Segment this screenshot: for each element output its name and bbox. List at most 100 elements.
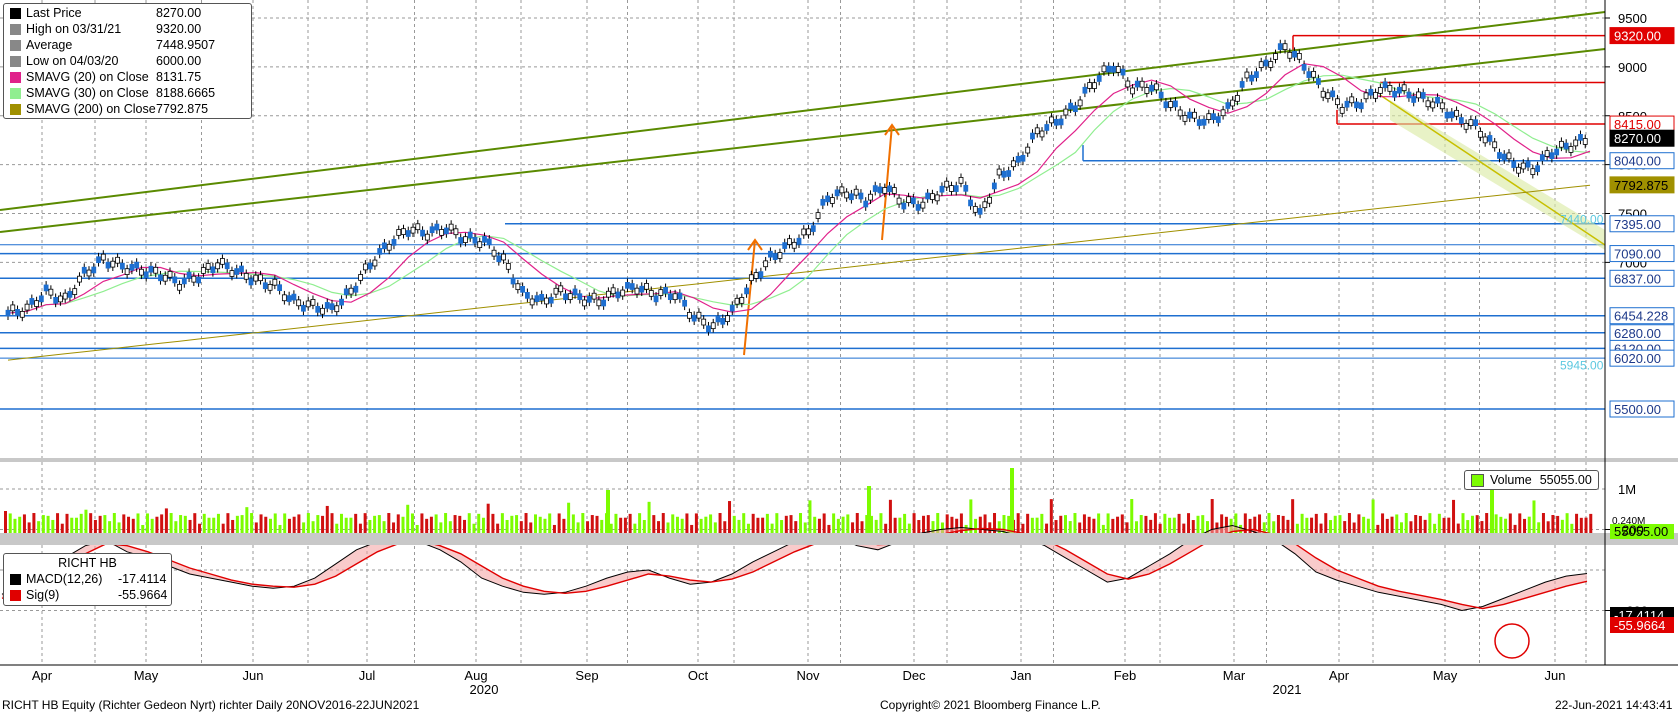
candle-body (153, 266, 159, 274)
volume-bar (122, 514, 126, 533)
volume-bar (836, 518, 840, 533)
candle-body (1287, 51, 1293, 59)
date-tick-label: Jan (1011, 668, 1032, 683)
candle-body (1249, 74, 1255, 82)
volume-bar (1134, 521, 1138, 533)
volume-bar (496, 523, 500, 533)
volume-bar (1399, 522, 1403, 533)
volume-bar (1381, 513, 1385, 533)
candle-body (234, 268, 240, 275)
volume-bar (448, 521, 452, 533)
date-tick-label: May (134, 668, 159, 683)
candle-body (1559, 140, 1564, 148)
volume-bar (1329, 520, 1332, 533)
volume-bar (1560, 519, 1564, 533)
volume-bar (453, 515, 457, 533)
volume-bar (874, 519, 878, 533)
macd-last-tag-label: -55.9664 (1614, 618, 1665, 633)
volume-bar (1010, 468, 1014, 533)
volume-bar (112, 513, 116, 533)
candle-body (429, 226, 435, 234)
candle-body (687, 312, 692, 319)
volume-bar (600, 519, 604, 533)
candle-body (10, 304, 16, 312)
volume-bar (1433, 523, 1437, 533)
candle-body (782, 242, 788, 249)
candle-body (1449, 111, 1455, 119)
level-tag: 8040.00 (1609, 152, 1675, 170)
volume-bar (1409, 521, 1413, 533)
volume-bar (510, 515, 514, 533)
candle-body (1268, 61, 1274, 68)
legend-label: SMAVG (200) on Close (26, 102, 156, 116)
candle-body (463, 236, 468, 243)
year-label: 2021 (1273, 682, 1302, 697)
candle-body (787, 238, 792, 245)
candle-body (539, 293, 545, 301)
volume-bar (770, 523, 774, 533)
candle-body (1196, 119, 1202, 126)
volume-bar (775, 513, 779, 533)
level-tag-label: 5500.00 (1614, 402, 1661, 417)
volume-bar (1347, 513, 1351, 533)
volume-bar (297, 514, 301, 533)
volume-bar (903, 513, 907, 533)
volume-bar (1518, 513, 1522, 533)
volume-bar (619, 517, 623, 533)
volume-bar (1556, 515, 1560, 533)
candle-body (758, 271, 764, 278)
date-tick-label: Dec (902, 668, 926, 683)
candle-body (653, 295, 659, 303)
candle-body (1206, 113, 1212, 120)
candle-body (586, 295, 592, 303)
level-tag-label: 8040.00 (1614, 154, 1661, 169)
volume-bar (732, 515, 736, 533)
volume-bar (1513, 524, 1517, 533)
candle-body (1101, 65, 1107, 73)
price-legend-row: SMAVG (30) on Close 8188.6665 (4, 85, 251, 101)
candle-body (1063, 108, 1069, 116)
volume-bar (1106, 513, 1110, 533)
legend-swatch (10, 589, 21, 601)
volume-bar (1078, 522, 1082, 533)
volume-bar (259, 514, 263, 533)
volume-bar (169, 513, 173, 533)
volume-bar (978, 516, 982, 533)
candle-body (29, 298, 35, 305)
volume-bar (22, 514, 26, 533)
candle-body (458, 237, 464, 244)
candle-body (1068, 102, 1074, 110)
candle-body (1311, 71, 1317, 78)
volume-bar (841, 516, 845, 533)
candle-body (601, 299, 607, 307)
level-tag: 7395.00 (1609, 215, 1675, 233)
volume-bar (1210, 499, 1214, 533)
candle-body (1544, 150, 1550, 157)
level-tag-label: 6837.00 (1614, 271, 1661, 286)
volume-bar (363, 513, 367, 533)
volume-bar (1499, 516, 1503, 533)
candle-body (806, 228, 811, 236)
volume-bar (888, 499, 892, 533)
candle-body (301, 304, 306, 312)
candle-body (1182, 115, 1188, 122)
candle-body (110, 260, 116, 268)
volume-bar (1565, 513, 1569, 533)
date-tick-label: Jun (243, 668, 264, 683)
volume-legend-value: 55055.00 (1539, 473, 1592, 487)
volume-bar (439, 522, 443, 533)
volume-bar (1404, 513, 1408, 533)
candle-body (1497, 152, 1502, 159)
volume-bar (117, 522, 121, 533)
volume-bar (846, 514, 850, 533)
volume-bar (207, 517, 211, 533)
candle-body (1354, 101, 1359, 109)
volume-bar (1338, 515, 1342, 533)
candle-body (772, 253, 778, 261)
candle-body (744, 287, 749, 295)
volume-bar (1049, 499, 1053, 533)
candle-body (1149, 84, 1155, 92)
volume-bar (529, 522, 533, 533)
volume-bar (567, 502, 571, 533)
candle-body (253, 274, 259, 282)
